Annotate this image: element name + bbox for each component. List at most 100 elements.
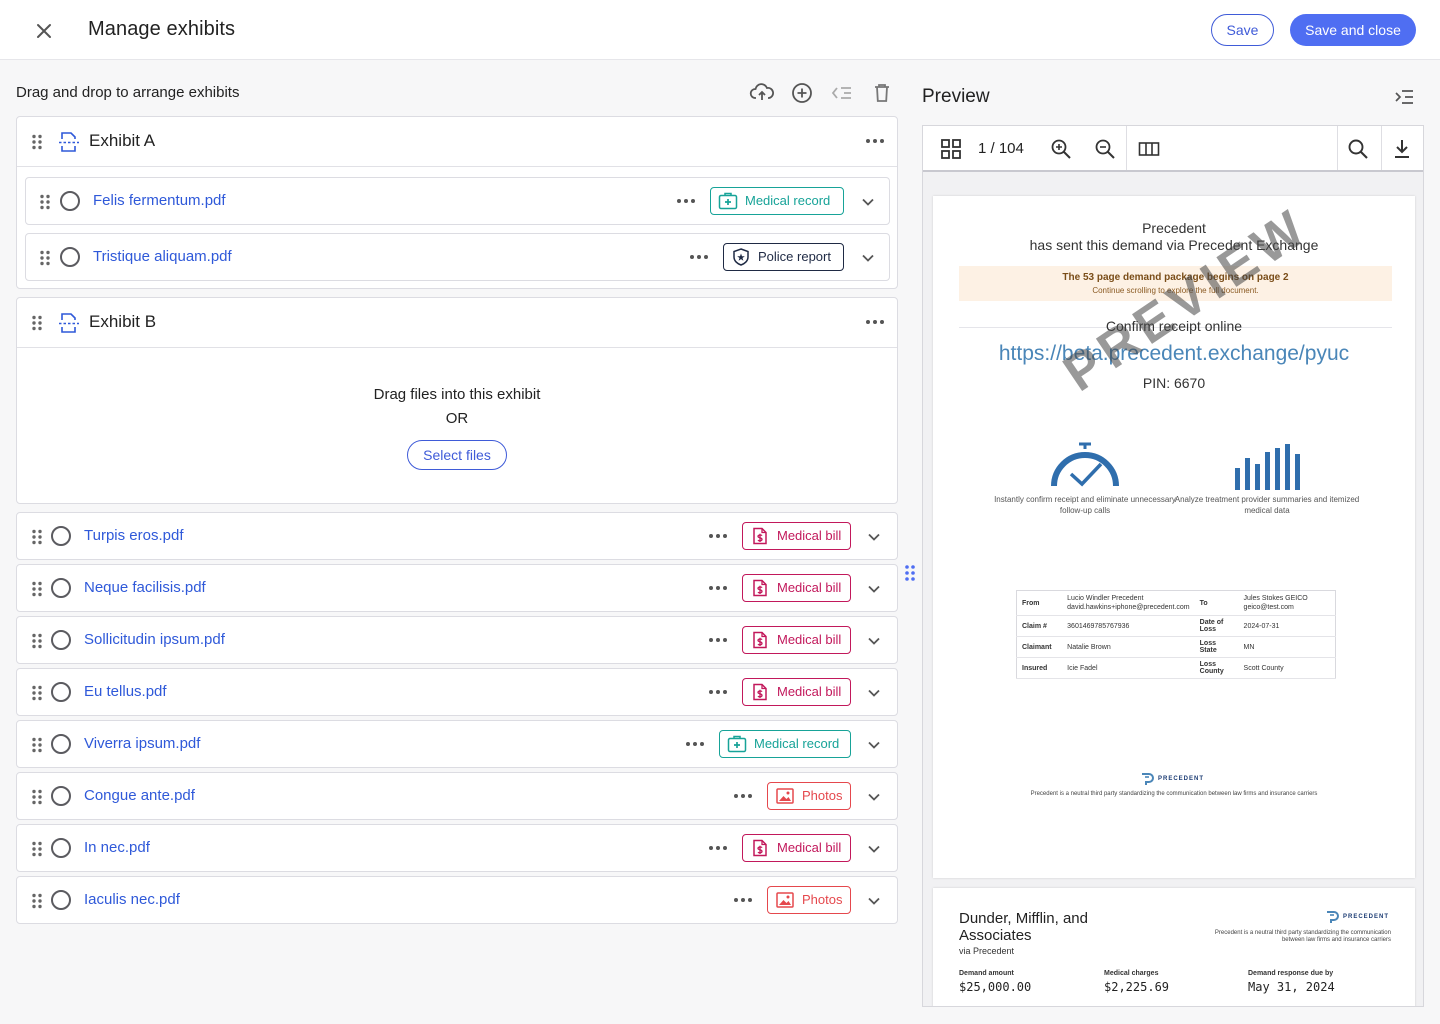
- file-row[interactable]: In nec.pdf Medical bill: [16, 824, 898, 872]
- file-row[interactable]: Turpis eros.pdf Medical bill: [16, 512, 898, 560]
- file-name-link[interactable]: Sollicitudin ipsum.pdf: [84, 631, 225, 648]
- drag-handle-icon[interactable]: [31, 134, 43, 150]
- select-radio[interactable]: [51, 734, 71, 754]
- page-layout-icon[interactable]: [1138, 138, 1160, 160]
- file-name-link[interactable]: Tristique aliquam.pdf: [93, 248, 232, 265]
- to-label: To: [1194, 590, 1239, 616]
- file-name-link[interactable]: Turpis eros.pdf: [84, 527, 184, 544]
- collapse-list-icon[interactable]: [829, 80, 855, 106]
- select-radio[interactable]: [51, 682, 71, 702]
- more-options-icon[interactable]: [733, 897, 753, 903]
- tag-label: Medical bill: [777, 632, 842, 647]
- file-row[interactable]: Iaculis nec.pdf Photos: [16, 876, 898, 924]
- more-options-icon[interactable]: [708, 637, 728, 643]
- file-name-link[interactable]: Congue ante.pdf: [84, 787, 195, 804]
- drag-handle-icon[interactable]: [31, 841, 43, 857]
- select-radio[interactable]: [51, 838, 71, 858]
- file-row[interactable]: Eu tellus.pdf Medical bill: [16, 668, 898, 716]
- chevron-down-icon[interactable]: [867, 688, 881, 698]
- tag-medical-record[interactable]: Medical record: [719, 730, 851, 758]
- drag-handle-icon[interactable]: [31, 529, 43, 545]
- file-row[interactable]: Sollicitudin ipsum.pdf Medical bill: [16, 616, 898, 664]
- chevron-down-icon[interactable]: [861, 253, 875, 263]
- file-row[interactable]: Viverra ipsum.pdf Medical record: [16, 720, 898, 768]
- select-radio[interactable]: [51, 526, 71, 546]
- close-icon[interactable]: [30, 17, 58, 45]
- chevron-down-icon[interactable]: [867, 844, 881, 854]
- drag-handle-icon[interactable]: [39, 250, 51, 266]
- zoom-in-icon[interactable]: [1050, 138, 1072, 160]
- more-options-icon[interactable]: [865, 319, 885, 325]
- upload-cloud-icon[interactable]: [749, 80, 775, 106]
- drag-handle-icon[interactable]: [31, 581, 43, 597]
- file-name-link[interactable]: Neque facilisis.pdf: [84, 579, 206, 596]
- file-row[interactable]: Felis fermentum.pdf Medical record: [25, 177, 890, 225]
- search-icon[interactable]: [1347, 138, 1369, 160]
- select-radio[interactable]: [51, 578, 71, 598]
- file-name-link[interactable]: In nec.pdf: [84, 839, 150, 856]
- download-icon[interactable]: [1391, 138, 1413, 160]
- more-options-icon[interactable]: [708, 689, 728, 695]
- more-options-icon[interactable]: [676, 198, 696, 204]
- more-options-icon[interactable]: [689, 254, 709, 260]
- tag-medical-record[interactable]: Medical record: [710, 187, 844, 215]
- tag-medical-bill[interactable]: Medical bill: [742, 522, 851, 550]
- medical-record-icon: [727, 735, 747, 753]
- file-row[interactable]: Congue ante.pdf Photos: [16, 772, 898, 820]
- add-exhibit-icon[interactable]: [789, 80, 815, 106]
- chevron-down-icon[interactable]: [867, 792, 881, 802]
- file-name-link[interactable]: Viverra ipsum.pdf: [84, 735, 200, 752]
- tag-medical-bill[interactable]: Medical bill: [742, 626, 851, 654]
- select-radio[interactable]: [60, 247, 80, 267]
- drag-handle-icon[interactable]: [31, 789, 43, 805]
- exhibit-b-header[interactable]: Exhibit B: [17, 298, 897, 348]
- more-options-icon[interactable]: [708, 845, 728, 851]
- save-and-close-button[interactable]: Save and close: [1290, 14, 1416, 46]
- chevron-down-icon[interactable]: [867, 584, 881, 594]
- more-options-icon[interactable]: [708, 585, 728, 591]
- more-options-icon[interactable]: [708, 533, 728, 539]
- tag-photos[interactable]: Photos: [767, 782, 851, 810]
- select-radio[interactable]: [51, 630, 71, 650]
- medical-charges-value: $2,225.69: [1104, 980, 1170, 994]
- collapse-panel-icon[interactable]: [1394, 88, 1414, 106]
- save-button[interactable]: Save: [1211, 14, 1274, 46]
- tag-police-report[interactable]: Police report: [723, 243, 844, 271]
- tag-medical-bill[interactable]: Medical bill: [742, 834, 851, 862]
- panel-resize-handle-icon[interactable]: [904, 564, 916, 582]
- file-row[interactable]: Neque facilisis.pdf Medical bill: [16, 564, 898, 612]
- confirm-url-link[interactable]: https://beta.precedent.exchange/pyuc: [933, 342, 1415, 366]
- thumbnails-grid-icon[interactable]: [940, 138, 962, 160]
- file-row[interactable]: Tristique aliquam.pdf Police report: [25, 233, 890, 281]
- more-options-icon[interactable]: [685, 741, 705, 747]
- tag-photos[interactable]: Photos: [767, 886, 851, 914]
- more-options-icon[interactable]: [865, 138, 885, 144]
- drag-handle-icon[interactable]: [39, 194, 51, 210]
- tag-medical-bill[interactable]: Medical bill: [742, 574, 851, 602]
- drag-handle-icon[interactable]: [31, 737, 43, 753]
- delete-icon[interactable]: [869, 80, 895, 106]
- more-options-icon[interactable]: [733, 793, 753, 799]
- chevron-down-icon[interactable]: [867, 636, 881, 646]
- chevron-down-icon[interactable]: [867, 896, 881, 906]
- select-radio[interactable]: [60, 191, 80, 211]
- insured-value: Icie Fadel: [1062, 657, 1195, 679]
- zoom-out-icon[interactable]: [1094, 138, 1116, 160]
- chevron-down-icon[interactable]: [867, 740, 881, 750]
- select-radio[interactable]: [51, 786, 71, 806]
- file-name-link[interactable]: Felis fermentum.pdf: [93, 192, 226, 209]
- drag-handle-icon[interactable]: [31, 315, 43, 331]
- sender-name: Precedent: [1142, 220, 1206, 236]
- select-files-button[interactable]: Select files: [407, 440, 507, 470]
- drag-handle-icon[interactable]: [31, 685, 43, 701]
- tag-label: Medical record: [745, 193, 831, 208]
- chevron-down-icon[interactable]: [867, 532, 881, 542]
- drag-handle-icon[interactable]: [31, 633, 43, 649]
- file-name-link[interactable]: Eu tellus.pdf: [84, 683, 167, 700]
- exhibit-a-header[interactable]: Exhibit A: [17, 117, 897, 167]
- chevron-down-icon[interactable]: [861, 197, 875, 207]
- drag-handle-icon[interactable]: [31, 893, 43, 909]
- tag-medical-bill[interactable]: Medical bill: [742, 678, 851, 706]
- file-name-link[interactable]: Iaculis nec.pdf: [84, 891, 180, 908]
- select-radio[interactable]: [51, 890, 71, 910]
